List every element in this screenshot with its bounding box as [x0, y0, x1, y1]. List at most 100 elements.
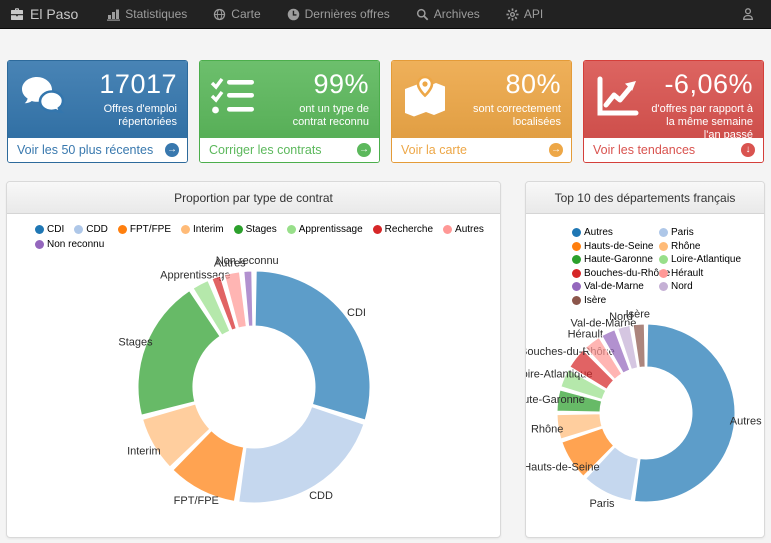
card-localisees: 80% sont correctement localisées Voir la… — [391, 60, 572, 163]
card-text: -6,06% d'offres par rapport à la même se… — [648, 69, 753, 142]
legend-label: Interim — [193, 224, 224, 235]
user-icon — [741, 7, 755, 21]
checklist-icon — [210, 69, 264, 122]
arrow-down-circle-icon: ↓ — [741, 143, 755, 157]
legend-item-Loire-Atlantique[interactable]: Loire-Atlantique — [659, 253, 764, 267]
legend-dot — [572, 228, 581, 237]
charts-row: Proportion par type de contrat CDICDDFPT… — [6, 181, 765, 538]
chat-bubbles-icon — [18, 69, 72, 124]
nav-item-dernieres-offres[interactable]: Dernières offres — [274, 0, 403, 28]
card-body: -6,06% d'offres par rapport à la même se… — [584, 61, 763, 138]
brand[interactable]: El Paso — [10, 6, 78, 22]
legend-label: Paris — [671, 227, 694, 238]
arrow-right-circle-icon: → — [549, 143, 563, 157]
globe-icon — [213, 8, 226, 21]
nav-item-api[interactable]: API — [493, 0, 556, 28]
legend-item-FPT/FPE[interactable]: FPT/FPE — [118, 224, 171, 235]
legend-dot — [659, 255, 668, 264]
bar-chart-icon — [107, 8, 120, 21]
card-link-corriger-contrats[interactable]: Corriger les contrats → — [200, 138, 379, 162]
stat-cards-row: 17017 Offres d'emploi répertoriées Voir … — [7, 60, 764, 163]
slice-label-Paris: Paris — [589, 498, 615, 510]
legend-item-Apprentissage[interactable]: Apprentissage — [287, 224, 363, 235]
nav-label: Dernières offres — [305, 7, 390, 21]
legend-item-Nord[interactable]: Nord — [659, 280, 764, 294]
legend-item-CDI[interactable]: CDI — [35, 224, 64, 235]
card-link-label: Voir les 50 plus récentes — [17, 143, 153, 157]
nav-item-statistiques[interactable]: Statistiques — [94, 0, 200, 28]
legend-item-CDD[interactable]: CDD — [74, 224, 108, 235]
legend-dot — [373, 225, 382, 234]
legend-item-Interim[interactable]: Interim — [181, 224, 224, 235]
legend-label: Hauts-de-Seine — [584, 241, 653, 252]
nav-item-archives[interactable]: Archives — [403, 0, 493, 28]
card-body: 80% sont correctement localisées — [392, 61, 571, 138]
legend-dot — [659, 269, 668, 278]
slice-label-Haute-Garonne: Haute-Garonne — [526, 394, 585, 406]
card-link-voir-carte[interactable]: Voir la carte → — [392, 138, 571, 162]
card-link-label: Corriger les contrats — [209, 143, 322, 157]
legend-dot — [118, 225, 127, 234]
legend-item-Recherche[interactable]: Recherche — [373, 224, 433, 235]
nav-item-carte[interactable]: Carte — [200, 0, 273, 28]
map-marker-icon — [402, 69, 456, 124]
trend-chart-icon — [594, 69, 648, 124]
navbar: El Paso Statistiques Carte Dernières off… — [0, 0, 771, 29]
slice-label-Autres: Autres — [730, 415, 762, 427]
legend-dot — [443, 225, 452, 234]
legend-item-Val-de-Marne[interactable]: Val-de-Marne — [572, 280, 659, 294]
slice-label-Hérault: Hérault — [568, 329, 603, 341]
donut-slice-Autres[interactable] — [635, 324, 735, 502]
legend-label: Rhône — [671, 241, 700, 252]
nav-label: API — [524, 7, 543, 21]
legend-dot — [659, 242, 668, 251]
briefcase-icon — [10, 7, 24, 21]
legend-item-Autres[interactable]: Autres — [572, 226, 659, 240]
legend-item-Hauts-de-Seine[interactable]: Hauts-de-Seine — [572, 240, 659, 254]
nav-label: Archives — [434, 7, 480, 21]
card-text: 17017 Offres d'emploi répertoriées — [72, 69, 177, 129]
legend-dot — [572, 296, 581, 305]
card-link-voir-les-50[interactable]: Voir les 50 plus récentes → — [8, 138, 187, 162]
panel-top-departements: Top 10 des départements français AutresP… — [525, 181, 765, 538]
legend-label: Stages — [246, 224, 277, 235]
nav-label: Carte — [231, 7, 260, 21]
legend-item-Bouches-du-Rhône[interactable]: Bouches-du-Rhône — [572, 267, 659, 281]
donut-slice-CDD[interactable] — [239, 407, 364, 503]
legend-item-Isère[interactable]: Isère — [572, 294, 659, 308]
legend-item-Autres[interactable]: Autres — [443, 224, 484, 235]
legend-item-Non reconnu[interactable]: Non reconnu — [35, 239, 104, 250]
slice-label-Isère: Isère — [626, 308, 650, 320]
legend-item-Stages[interactable]: Stages — [234, 224, 277, 235]
gear-icon — [506, 8, 519, 21]
legend-label: FPT/FPE — [130, 224, 171, 235]
card-body: 99% ont un type de contrat reconnu — [200, 61, 379, 138]
contract-type-donut-chart: CDI CDD FPT/FPE Interim Stages Apprentissage A… — [7, 214, 500, 537]
legend-item-Hérault[interactable]: Hérault — [659, 267, 764, 281]
card-caption: d'offres par rapport à la même semaine l… — [648, 103, 753, 142]
panel-body: Autres Paris Hauts-de-Seine Rhône Haute-Garo… — [526, 214, 764, 537]
slice-label-CDI: CDI — [347, 307, 366, 319]
card-value: 17017 — [72, 69, 177, 99]
slice-label-FPT/FPE: FPT/FPE — [174, 495, 219, 507]
donut-slice-CDI[interactable] — [255, 271, 370, 420]
user-menu[interactable] — [735, 7, 761, 21]
card-caption: ont un type de contrat reconnu — [264, 103, 369, 129]
card-type-contrat-reconnu: 99% ont un type de contrat reconnu Corri… — [199, 60, 380, 163]
legend-item-Paris[interactable]: Paris — [659, 226, 764, 240]
contract-type-legend: CDI CDD FPT/FPE Interim Stages Apprentissage R… — [35, 224, 500, 250]
legend-item-Haute-Garonne[interactable]: Haute-Garonne — [572, 253, 659, 267]
legend-dot — [659, 282, 668, 291]
card-caption: Offres d'emploi répertoriées — [72, 103, 177, 129]
legend-dot — [181, 225, 190, 234]
arrow-right-circle-icon: → — [165, 143, 179, 157]
legend-item-Rhône[interactable]: Rhône — [659, 240, 764, 254]
legend-dot — [74, 225, 83, 234]
card-link-label: Voir la carte — [401, 143, 467, 157]
legend-dot — [572, 255, 581, 264]
legend-dot — [287, 225, 296, 234]
card-value: 80% — [456, 69, 561, 99]
card-value: -6,06% — [648, 69, 753, 99]
card-caption: sont correctement localisées — [456, 103, 561, 129]
brand-label: El Paso — [30, 6, 78, 22]
